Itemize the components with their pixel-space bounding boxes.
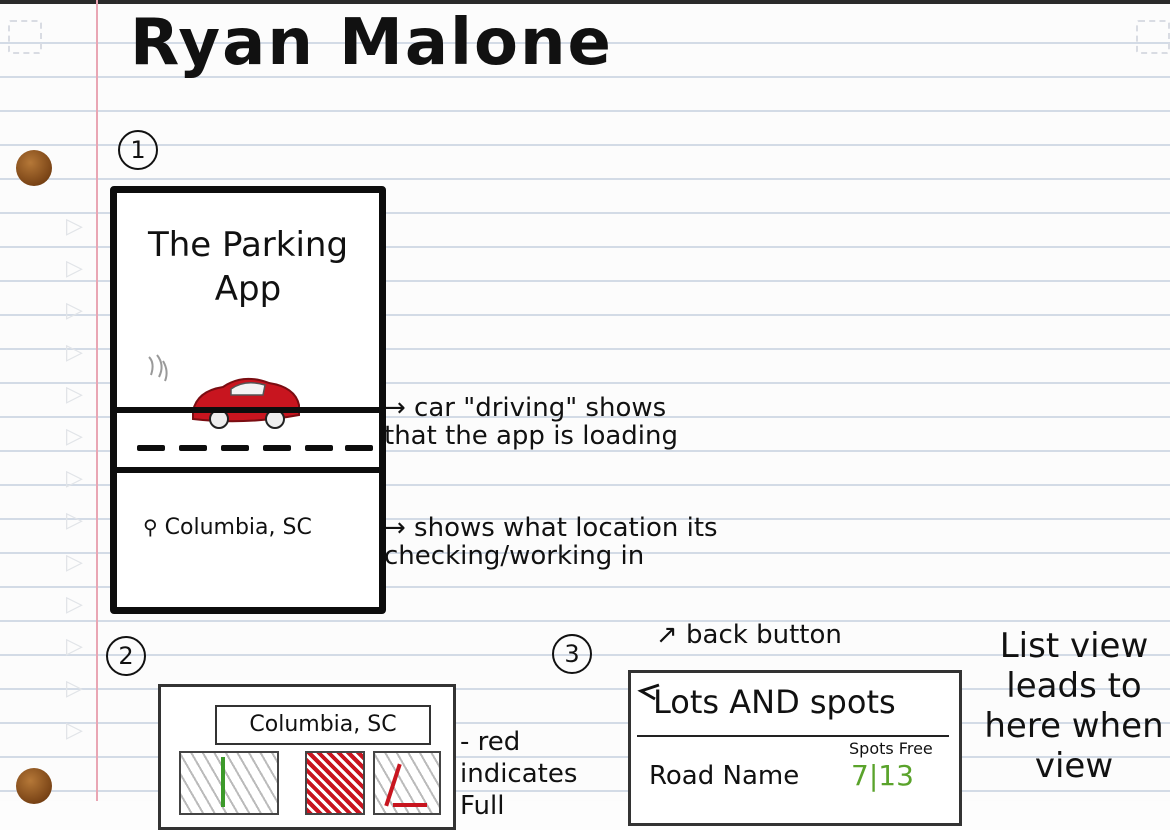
list-view-note: List view leads to here when view — [984, 626, 1164, 786]
margin-line — [96, 0, 98, 801]
annotation-location: → shows what location its checking/worki… — [384, 513, 718, 571]
margin-marker-icon: ▷ — [66, 214, 83, 239]
margin-marker-icon: ▷ — [66, 718, 83, 743]
margin-marker-icon: ▷ — [66, 298, 83, 323]
margin-marker-icon: ▷ — [66, 676, 83, 701]
margin-marker-icon: ▷ — [66, 634, 83, 659]
list-row-road-name: Road Name — [649, 761, 800, 791]
sketch-number-1: 1 — [118, 130, 158, 170]
road-dash — [345, 445, 373, 451]
road-dash — [263, 445, 291, 451]
car-icon — [148, 354, 300, 429]
loading-screen-sketch: The Parking App ⚲ Columbia, SC — [110, 186, 386, 614]
list-screen-sketch: Lots AND spots Spots Free Road Name 7|13 — [628, 670, 962, 826]
corner-placeholder-icon — [1136, 20, 1170, 54]
list-row-spots-count: 7|13 — [851, 759, 914, 792]
map-pin-icon: ⚲ — [143, 515, 158, 539]
annotation-car-loading: → car "driving" shows that the app is lo… — [384, 393, 679, 451]
margin-marker-icon: ▷ — [66, 340, 83, 365]
screen-title: Lots AND spots — [653, 683, 896, 721]
author-name: Ryan Malone — [130, 6, 613, 80]
parking-lot-available — [179, 751, 279, 815]
column-label-spots-free: Spots Free — [849, 739, 933, 758]
road-bottom-line — [117, 467, 379, 473]
annotation-red-full: - red indicates Full — [460, 727, 578, 821]
sketch-number-3: 3 — [552, 634, 592, 674]
corner-placeholder-icon — [8, 20, 42, 54]
location-search-field: Columbia, SC — [215, 705, 431, 745]
binder-hole — [16, 768, 52, 804]
road-dash — [179, 445, 207, 451]
parking-lot-full — [305, 751, 365, 815]
app-title: The Parking App — [147, 225, 349, 309]
margin-marker-icon: ▷ — [66, 550, 83, 575]
margin-marker-icon: ▷ — [66, 466, 83, 491]
margin-marker-icon: ▷ — [66, 508, 83, 533]
location-text: Columbia, SC — [164, 515, 312, 540]
annotation-back-button: ↗ back button — [656, 620, 842, 650]
parking-lot-partial — [373, 751, 441, 815]
binder-hole — [16, 150, 52, 186]
map-screen-sketch: Columbia, SC — [158, 684, 456, 830]
margin-marker-icon: ▷ — [66, 592, 83, 617]
road-top-line — [117, 407, 379, 413]
title-divider — [637, 735, 949, 737]
sketch-number-2: 2 — [106, 636, 146, 676]
margin-marker-icon: ▷ — [66, 424, 83, 449]
margin-marker-icon: ▷ — [66, 256, 83, 281]
location-label: ⚲ Columbia, SC — [143, 515, 312, 540]
margin-marker-icon: ▷ — [66, 382, 83, 407]
road-dash — [137, 445, 165, 451]
road-dash — [305, 445, 333, 451]
road-dash — [221, 445, 249, 451]
window-top-edge — [0, 0, 1170, 4]
